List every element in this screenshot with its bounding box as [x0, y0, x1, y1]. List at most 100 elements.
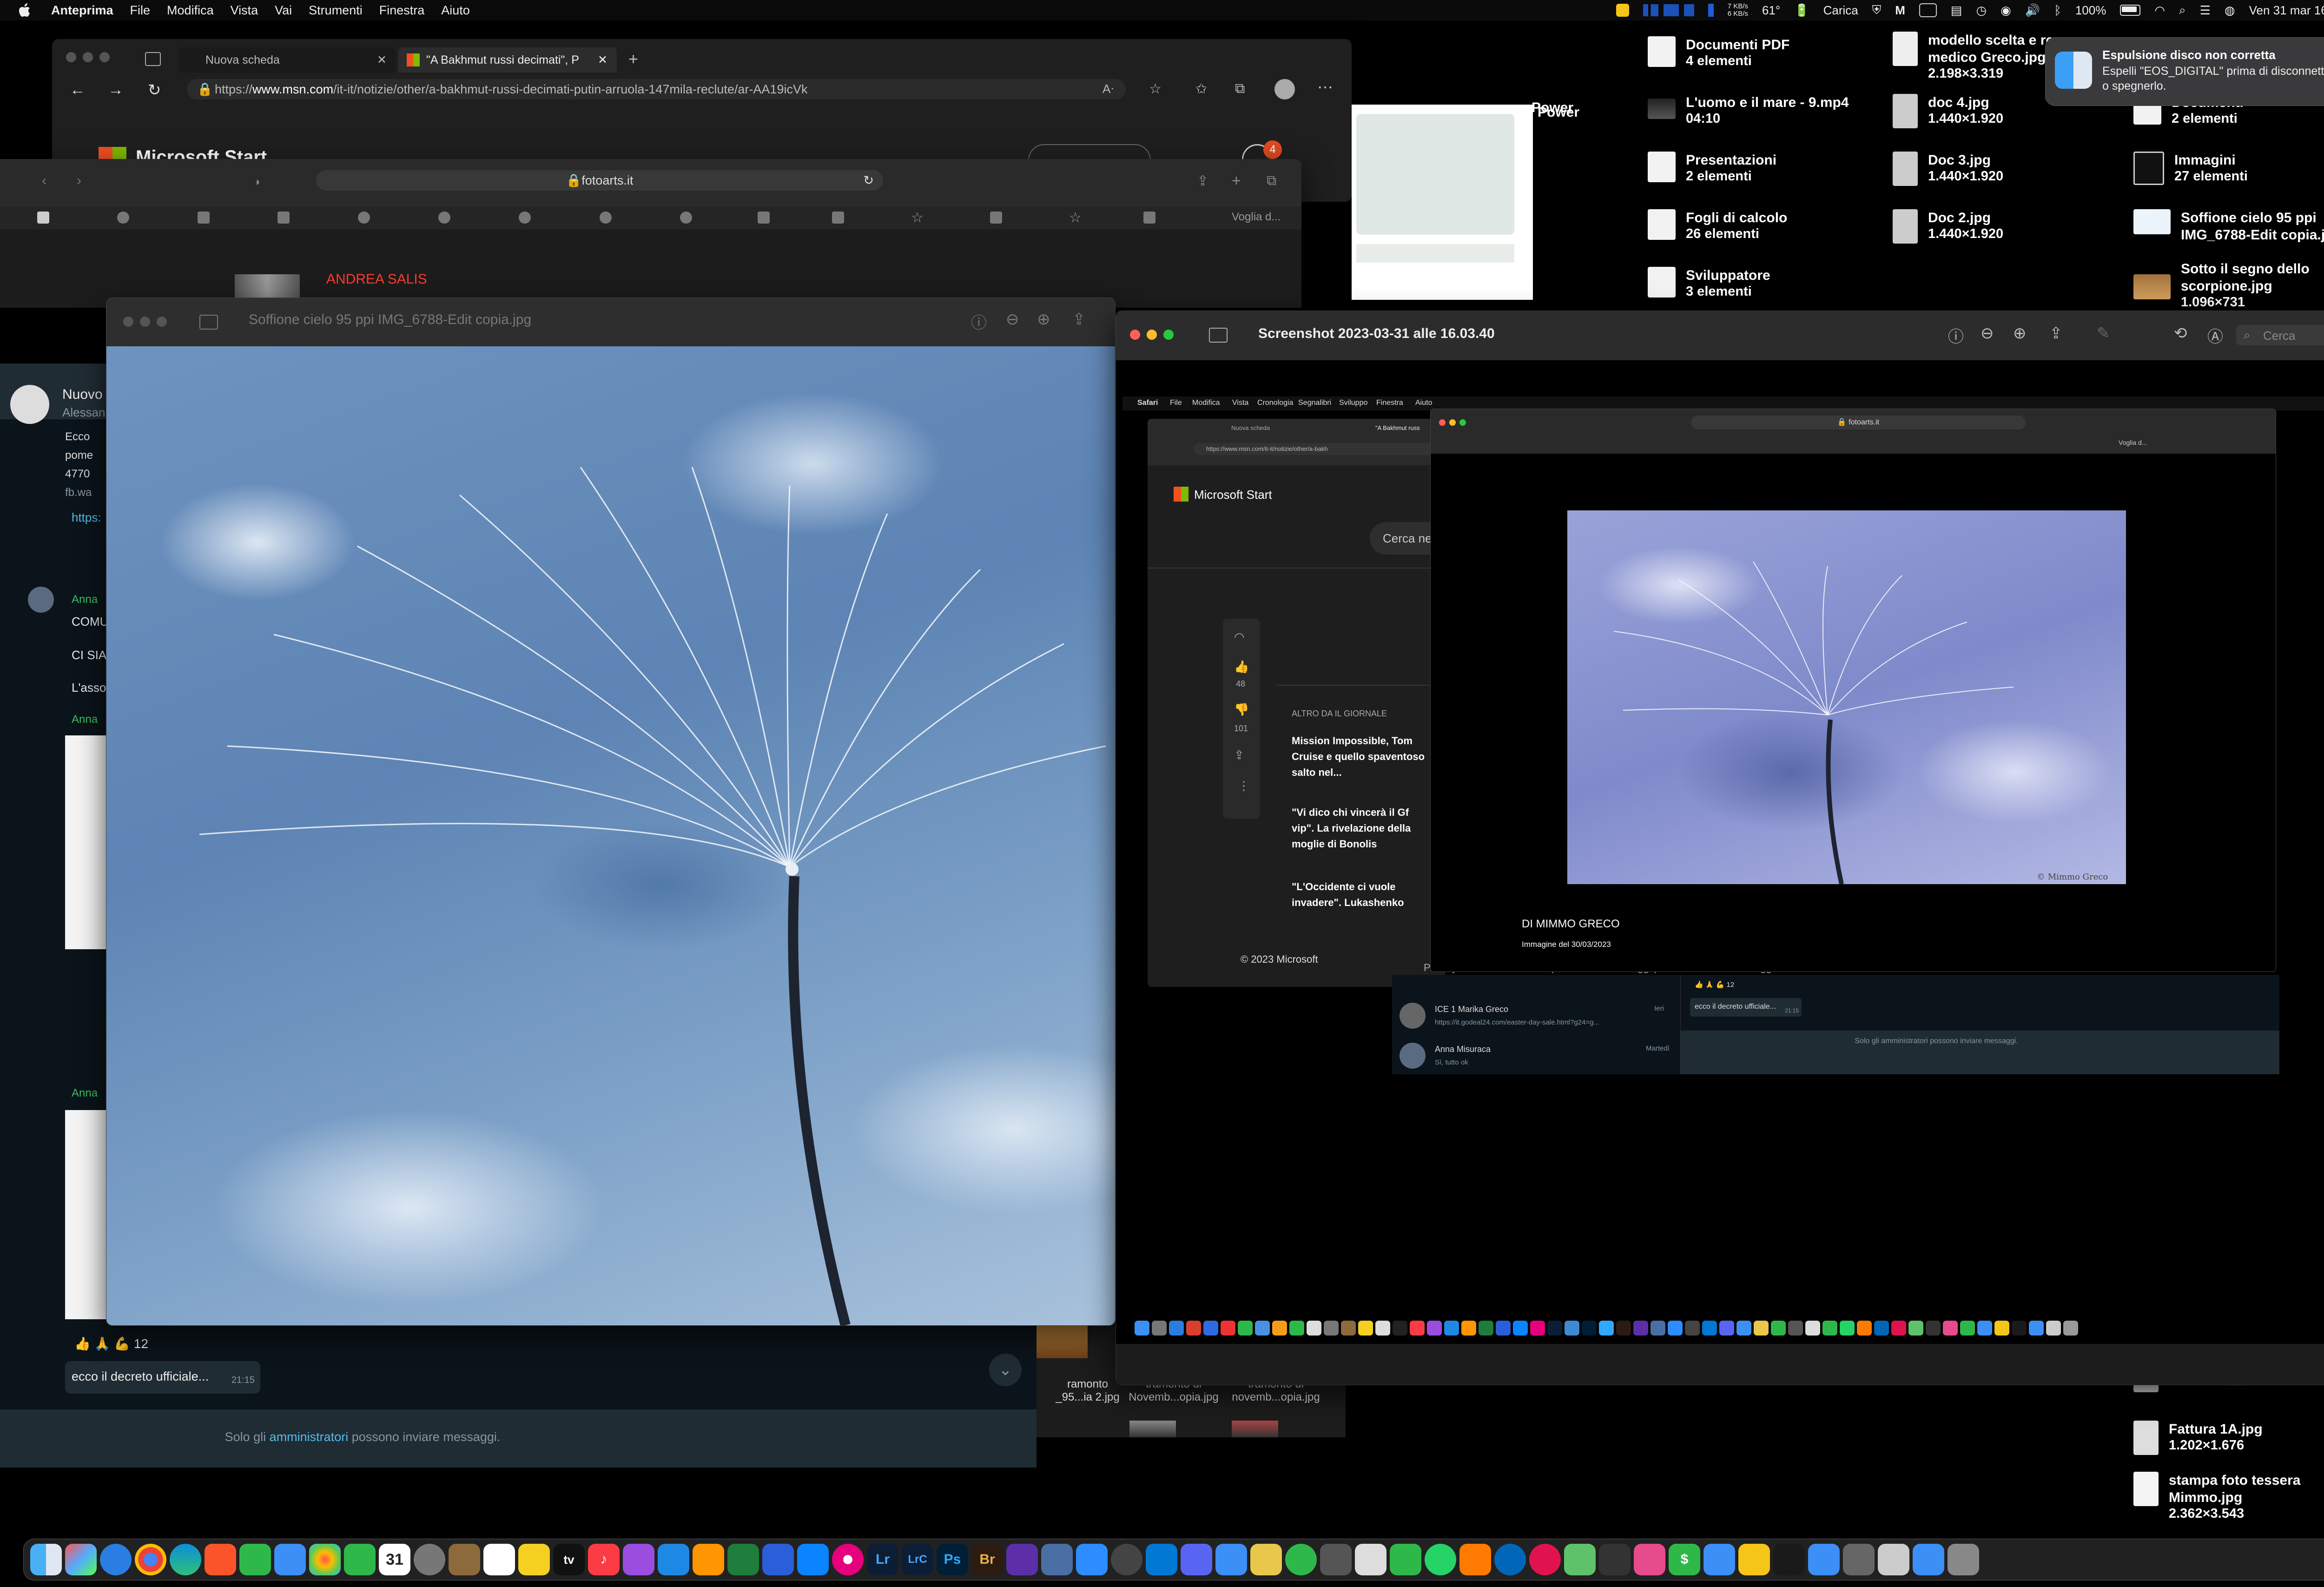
close-button[interactable] [123, 317, 133, 327]
search-field[interactable]: ⌕ Cerca [2236, 325, 2324, 345]
app-icon[interactable] [1738, 1544, 1770, 1575]
menu-app-name[interactable]: Anteprima [51, 3, 113, 18]
image-thumbnail[interactable] [1037, 1326, 1088, 1358]
chrome-icon[interactable] [135, 1544, 166, 1575]
bookmark-icon[interactable] [37, 212, 49, 224]
money-icon[interactable]: $ [1669, 1544, 1700, 1575]
app-icon[interactable] [1459, 1544, 1491, 1575]
markup-icon[interactable]: ✎ [2097, 324, 2110, 343]
charge-icon[interactable]: 🔋 [1794, 3, 1809, 18]
preview-window-screenshot[interactable]: Screenshot 2023-03-31 alle 16.03.40 ⓘ ⊖ … [1116, 311, 2324, 1385]
bookmark-icon[interactable] [1143, 212, 1155, 224]
document-image[interactable] [65, 1110, 107, 1319]
desktop-item-sviluppatore[interactable]: Sviluppatore 3 elementi [1648, 267, 1770, 299]
battery-icon[interactable] [2120, 5, 2141, 16]
speed-icon[interactable] [1111, 1544, 1142, 1575]
shield-icon[interactable]: ⛨ [1872, 3, 1882, 18]
close-button[interactable] [66, 52, 76, 62]
minimize-button[interactable] [83, 52, 93, 62]
desktop-item-doc4[interactable]: doc 4.jpg 1.440×1.920 [1893, 94, 2003, 128]
collections-icon[interactable]: ⧉ [1235, 81, 1245, 97]
clipboard-icon[interactable]: ▤ [1951, 3, 1962, 18]
safari-address-bar[interactable]: 🔒 fotoarts.it ↻ [316, 170, 883, 191]
forward-icon[interactable]: › [77, 173, 81, 189]
bookmark-icon[interactable] [680, 212, 692, 224]
menu-window[interactable]: Finestra [379, 3, 425, 18]
desktop-item-presentazioni[interactable]: Presentazioni 2 elementi [1648, 152, 1776, 184]
menu-edit[interactable]: Modifica [167, 3, 214, 18]
app-icon[interactable] [1355, 1544, 1386, 1575]
menu-tools[interactable]: Strumenti [309, 3, 363, 18]
desktop-item-video[interactable]: L'uomo e il mare - 9.mp4 04:10 [1648, 94, 1849, 126]
minimize-button[interactable] [140, 317, 150, 327]
numbers-icon[interactable] [658, 1544, 689, 1575]
terminal-icon[interactable] [1320, 1544, 1352, 1575]
preview-icon[interactable] [1808, 1544, 1840, 1575]
bookmark-icon[interactable] [198, 212, 210, 224]
control-center-icon[interactable]: ☰ [2200, 3, 2211, 18]
info-icon[interactable]: ⓘ [971, 310, 987, 333]
calendar-icon[interactable]: 31 [379, 1544, 410, 1575]
app-icon[interactable] [1773, 1544, 1805, 1575]
share-icon[interactable]: ⇪ [1197, 173, 1208, 189]
battery-percent[interactable]: 100% [2075, 3, 2106, 18]
desktop-item-immagini[interactable]: Immagini 27 elementi [2133, 152, 2248, 185]
desktop-item-stampa-foto[interactable]: stampa foto tessera Mimmo.jpg 2.362×3.543 [2133, 1472, 2324, 1521]
brave-icon[interactable] [205, 1544, 236, 1575]
back-icon[interactable]: ← [70, 81, 86, 99]
app-icon[interactable] [1285, 1544, 1317, 1575]
bookmark-icon[interactable] [438, 212, 450, 224]
cpu-graph-icon[interactable] [1643, 4, 1694, 16]
podcasts-icon[interactable] [623, 1544, 654, 1575]
zoom-in-icon[interactable]: ⊕ [1037, 310, 1050, 329]
bluetooth-icon[interactable]: ᛒ [2054, 3, 2061, 18]
desktop-item-doc2[interactable]: Doc 2.jpg 1.440×1.920 [1893, 209, 2003, 244]
photoshop-icon[interactable]: Ps [937, 1544, 968, 1575]
message-link[interactable]: https: [72, 510, 101, 525]
app-icon[interactable] [1843, 1544, 1875, 1575]
star-icon[interactable]: ☆ [1069, 210, 1082, 226]
avatar[interactable] [28, 587, 54, 613]
downloads-icon[interactable] [1913, 1544, 1944, 1575]
profile-icon[interactable] [1274, 79, 1295, 99]
app-icon[interactable] [1250, 1544, 1282, 1575]
privacy-icon[interactable]: ◑ [253, 176, 260, 189]
app-icon[interactable] [1146, 1544, 1177, 1575]
pages-icon[interactable] [693, 1544, 724, 1575]
close-button[interactable] [1130, 330, 1140, 340]
more-icon[interactable]: ⋯ [1317, 78, 1333, 97]
console-icon[interactable] [1599, 1544, 1631, 1575]
new-tab-button[interactable]: + [628, 49, 638, 69]
wifi-icon[interactable]: ◠ [2154, 3, 2165, 18]
charge-label[interactable]: Carica [1823, 3, 1858, 18]
address-bar[interactable]: 🔒 https://www.msn.com/it-it/notizie/othe… [187, 79, 1126, 99]
favorites-add-icon[interactable]: ☆ [1149, 81, 1162, 97]
scroll-down-icon[interactable]: ⌄ [989, 1354, 1022, 1386]
window-switch-icon[interactable] [1919, 3, 1937, 17]
whatsapp-icon[interactable] [1425, 1544, 1456, 1575]
app-icon[interactable] [1634, 1544, 1665, 1575]
sender-name[interactable]: Anna [72, 593, 98, 606]
volume-icon[interactable]: 🔊 [2025, 3, 2040, 18]
group-name[interactable]: Nuovo [62, 387, 103, 403]
app-icon[interactable] [1041, 1544, 1073, 1575]
sidebar-toggle-icon[interactable] [199, 315, 218, 330]
zoom-icon[interactable] [1076, 1544, 1108, 1575]
admins-link[interactable]: amministratori [270, 1430, 349, 1444]
user-icon[interactable]: ◉ [2000, 3, 2011, 18]
notes-icon[interactable] [518, 1544, 550, 1575]
group-avatar[interactable] [10, 385, 49, 424]
back-icon[interactable]: ‹ [42, 173, 46, 189]
zoom-button[interactable] [99, 52, 110, 62]
edge-icon[interactable] [170, 1544, 201, 1575]
contacts-icon[interactable] [449, 1544, 480, 1575]
app-icon[interactable] [1529, 1544, 1561, 1575]
close-tab-icon[interactable]: ✕ [377, 53, 387, 67]
bookmark-icon[interactable] [758, 212, 770, 224]
search-icon[interactable]: ⌕ [2179, 3, 2186, 18]
zoom-out-icon[interactable]: ⊖ [1006, 310, 1019, 329]
bookmark-icon[interactable] [117, 212, 129, 224]
datetime[interactable]: Ven 31 mar 16:20:17 [2249, 3, 2324, 18]
document-image[interactable] [65, 735, 107, 949]
forward-icon[interactable]: → [108, 81, 124, 99]
